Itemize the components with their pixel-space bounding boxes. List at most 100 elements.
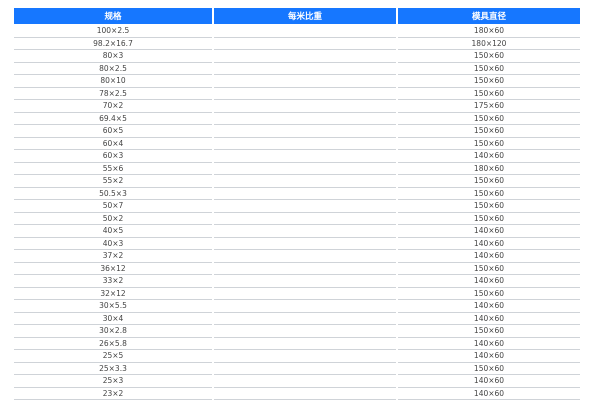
- cell-spec: 30×2.8: [14, 325, 212, 338]
- cell-weight: [214, 150, 396, 163]
- cell-weight: [214, 313, 396, 325]
- cell-weight: [214, 200, 396, 213]
- cell-weight: [214, 350, 396, 363]
- cell-die-diameter: 150×60: [398, 325, 580, 338]
- cell-weight: [214, 300, 396, 313]
- table-row: 100×2.5 180×60: [14, 25, 580, 38]
- table-row: 50.5×3 150×60: [14, 188, 580, 200]
- table-row: 33×2 140×60: [14, 275, 580, 288]
- table-row: 26×5.8 140×60: [14, 338, 580, 350]
- cell-weight: [214, 288, 396, 300]
- cell-spec: 30×4: [14, 313, 212, 325]
- cell-spec: 60×3: [14, 150, 212, 163]
- table-row: 80×10 150×60: [14, 75, 580, 88]
- cell-die-diameter: 140×60: [398, 250, 580, 263]
- cell-spec: 40×5: [14, 225, 212, 238]
- cell-weight: [214, 275, 396, 288]
- cell-spec: 37×2: [14, 250, 212, 263]
- table-row: 25×3.3 150×60: [14, 363, 580, 375]
- cell-spec: 80×3: [14, 50, 212, 63]
- cell-die-diameter: 140×60: [398, 338, 580, 350]
- table-row: 36×12 150×60: [14, 263, 580, 275]
- cell-weight: [214, 388, 396, 400]
- table-row: 70×2 175×60: [14, 100, 580, 113]
- cell-die-diameter: 140×60: [398, 225, 580, 238]
- cell-spec: 70×2: [14, 100, 212, 113]
- cell-spec: 60×4: [14, 138, 212, 150]
- cell-die-diameter: 150×60: [398, 75, 580, 88]
- cell-die-diameter: 150×60: [398, 50, 580, 63]
- column-header-die-diameter: 模具直径: [398, 8, 580, 25]
- cell-die-diameter: 180×60: [398, 163, 580, 175]
- cell-weight: [214, 25, 396, 38]
- table-row: 32×12 150×60: [14, 288, 580, 300]
- cell-spec: 98.2×16.7: [14, 38, 212, 50]
- cell-die-diameter: 180×120: [398, 38, 580, 50]
- table-row: 40×3 140×60: [14, 238, 580, 250]
- cell-weight: [214, 338, 396, 350]
- cell-weight: [214, 238, 396, 250]
- cell-spec: 25×5: [14, 350, 212, 363]
- cell-spec: 40×3: [14, 238, 212, 250]
- cell-die-diameter: 140×60: [398, 150, 580, 163]
- header-row: 规格 每米比重 模具直径: [14, 8, 580, 25]
- cell-spec: 50×7: [14, 200, 212, 213]
- cell-die-diameter: 150×60: [398, 200, 580, 213]
- cell-weight: [214, 113, 396, 125]
- table-row: 69.4×5 150×60: [14, 113, 580, 125]
- cell-weight: [214, 138, 396, 150]
- table-row: 30×4 140×60: [14, 313, 580, 325]
- cell-die-diameter: 140×60: [398, 375, 580, 388]
- cell-die-diameter: 150×60: [398, 113, 580, 125]
- cell-weight: [214, 213, 396, 225]
- cell-die-diameter: 150×60: [398, 175, 580, 188]
- cell-die-diameter: 150×60: [398, 188, 580, 200]
- cell-spec: 50.5×3: [14, 188, 212, 200]
- cell-weight: [214, 250, 396, 263]
- table-row: 55×2 150×60: [14, 175, 580, 188]
- spec-table-container: 规格 每米比重 模具直径 100×2.5 180×60 98.2×16.7 180×1…: [12, 8, 580, 400]
- cell-die-diameter: 150×60: [398, 288, 580, 300]
- table-row: 30×2.8 150×60: [14, 325, 580, 338]
- table-header: 规格 每米比重 模具直径: [14, 8, 580, 25]
- cell-die-diameter: 150×60: [398, 88, 580, 100]
- cell-spec: 30×5.5: [14, 300, 212, 313]
- table-row: 23×2 140×60: [14, 388, 580, 400]
- cell-die-diameter: 140×60: [398, 275, 580, 288]
- cell-spec: 100×2.5: [14, 25, 212, 38]
- cell-spec: 80×10: [14, 75, 212, 88]
- cell-spec: 55×2: [14, 175, 212, 188]
- table-row: 50×7 150×60: [14, 200, 580, 213]
- cell-spec: 55×6: [14, 163, 212, 175]
- cell-die-diameter: 180×60: [398, 25, 580, 38]
- cell-die-diameter: 150×60: [398, 138, 580, 150]
- cell-spec: 69.4×5: [14, 113, 212, 125]
- cell-die-diameter: 140×60: [398, 388, 580, 400]
- cell-spec: 26×5.8: [14, 338, 212, 350]
- spec-table: 规格 每米比重 模具直径 100×2.5 180×60 98.2×16.7 180×1…: [12, 8, 582, 400]
- table-row: 80×3 150×60: [14, 50, 580, 63]
- cell-weight: [214, 375, 396, 388]
- cell-die-diameter: 150×60: [398, 263, 580, 275]
- cell-weight: [214, 88, 396, 100]
- table-row: 60×5 150×60: [14, 125, 580, 138]
- column-header-spec: 规格: [14, 8, 212, 25]
- table-row: 98.2×16.7 180×120: [14, 38, 580, 50]
- cell-weight: [214, 363, 396, 375]
- cell-weight: [214, 263, 396, 275]
- cell-die-diameter: 140×60: [398, 300, 580, 313]
- cell-weight: [214, 125, 396, 138]
- cell-die-diameter: 150×60: [398, 363, 580, 375]
- cell-die-diameter: 150×60: [398, 63, 580, 75]
- table-row: 55×6 180×60: [14, 163, 580, 175]
- cell-weight: [214, 225, 396, 238]
- table-row: 60×4 150×60: [14, 138, 580, 150]
- cell-spec: 80×2.5: [14, 63, 212, 75]
- table-row: 60×3 140×60: [14, 150, 580, 163]
- cell-spec: 33×2: [14, 275, 212, 288]
- cell-weight: [214, 325, 396, 338]
- cell-die-diameter: 150×60: [398, 213, 580, 225]
- table-row: 37×2 140×60: [14, 250, 580, 263]
- cell-weight: [214, 188, 396, 200]
- cell-die-diameter: 175×60: [398, 100, 580, 113]
